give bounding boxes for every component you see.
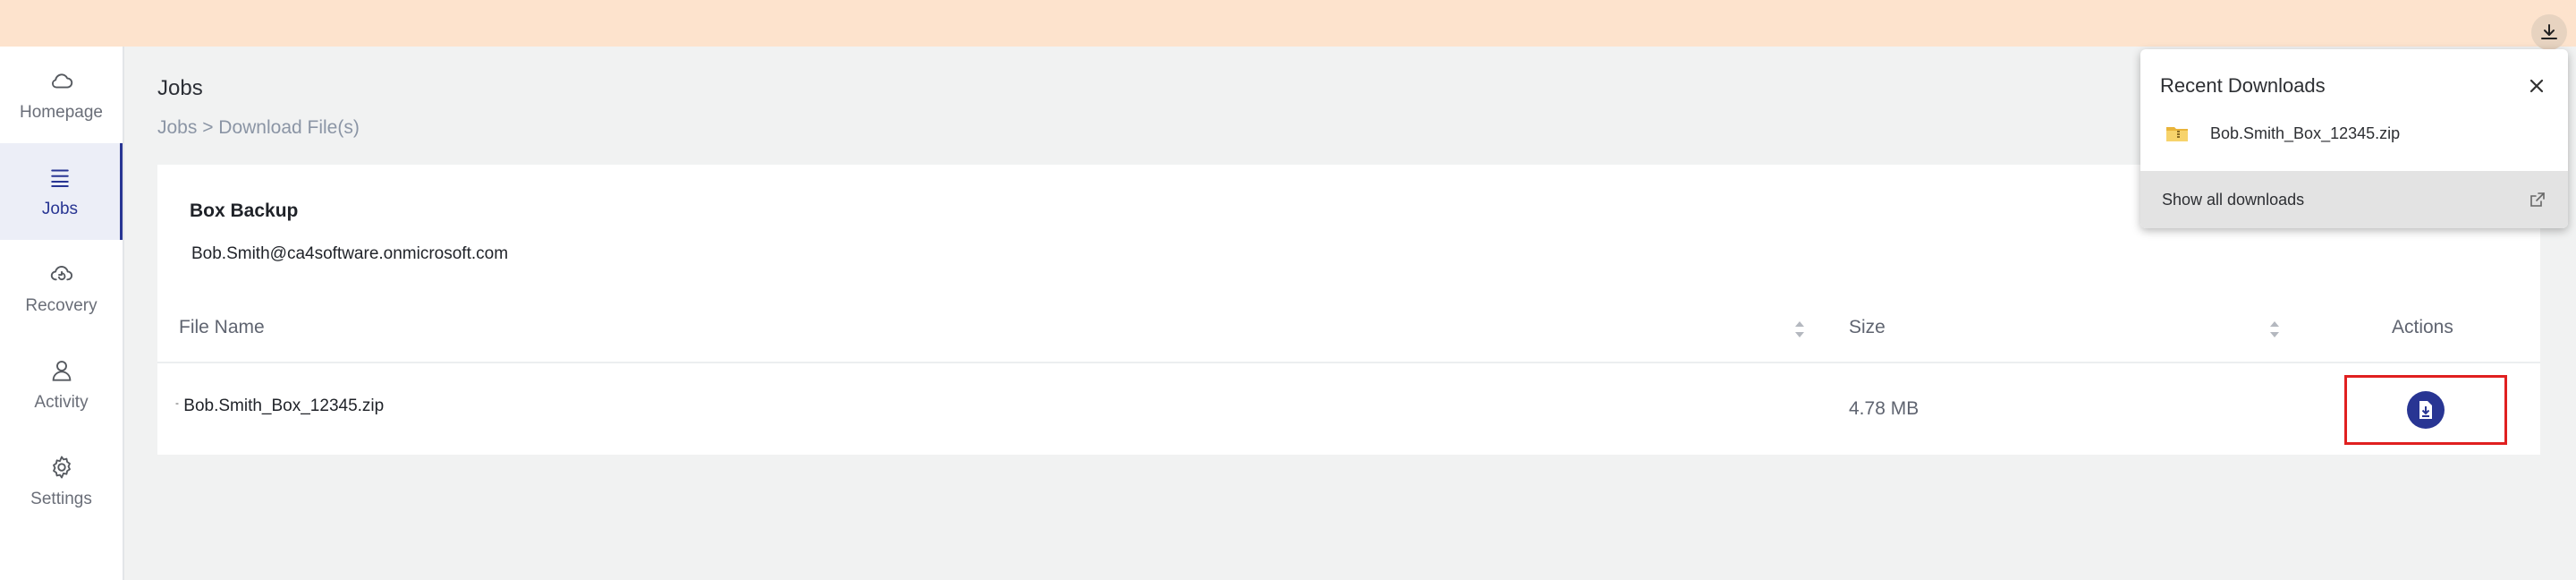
recent-downloads-popup: Recent Downloads Bob.Smith_Box_12345.zip… — [2140, 49, 2568, 228]
sidebar-item-homepage[interactable]: Homepage — [0, 47, 123, 143]
column-header-size[interactable]: Size — [1849, 317, 1885, 338]
list-icon — [51, 169, 69, 187]
cloud-icon — [51, 73, 72, 89]
sort-icon[interactable] — [1793, 319, 1806, 340]
zip-folder-icon — [2166, 127, 2188, 141]
sidebar-item-label: Activity — [34, 393, 89, 412]
highlighted-action-area — [2344, 375, 2507, 445]
column-header-file-name[interactable]: File Name — [179, 317, 265, 338]
sort-icon[interactable] — [2268, 319, 2281, 340]
sidebar-item-label: Homepage — [20, 103, 103, 122]
recent-download-item[interactable]: Bob.Smith_Box_12345.zip — [2140, 112, 2568, 157]
table-divider — [157, 362, 2540, 363]
sidebar-item-label: Recovery — [25, 296, 97, 315]
person-icon — [52, 361, 71, 381]
sidebar-item-jobs[interactable]: Jobs — [0, 143, 123, 240]
file-download-icon — [2419, 401, 2432, 419]
tree-marker: - — [175, 397, 179, 409]
recent-download-file-name: Bob.Smith_Box_12345.zip — [2210, 124, 2401, 142]
external-link-icon — [2530, 192, 2545, 207]
page-title: Jobs — [157, 76, 203, 100]
sidebar-item-settings[interactable]: Settings — [0, 433, 123, 530]
sidebar-item-recovery[interactable]: Recovery — [0, 240, 123, 337]
job-email: Bob.Smith@ca4software.onmicrosoft.com — [191, 244, 509, 263]
sidebar-item-activity[interactable]: Activity — [0, 337, 123, 433]
file-name: Bob.Smith_Box_12345.zip — [183, 397, 385, 415]
gear-icon — [52, 456, 71, 479]
show-all-downloads-button[interactable]: Show all downloads — [2140, 171, 2568, 228]
sidebar-item-label: Settings — [30, 490, 92, 508]
browser-banner — [0, 0, 2576, 50]
breadcrumb[interactable]: Jobs > Download File(s) — [157, 117, 360, 139]
sidebar-item-label: Jobs — [41, 200, 79, 218]
file-name-cell: - Bob.Smith_Box_12345.zip — [175, 397, 384, 416]
download-file-button[interactable] — [2407, 391, 2445, 429]
downloads-button[interactable] — [2531, 14, 2567, 50]
show-all-downloads-label: Show all downloads — [2162, 191, 2305, 209]
cloud-restore-icon — [50, 266, 72, 281]
sidebar: Homepage Jobs Recovery Activity Settings — [0, 47, 124, 580]
close-icon[interactable] — [2525, 74, 2548, 98]
popup-title: Recent Downloads — [2160, 74, 2326, 97]
file-size: 4.78 MB — [1849, 398, 1919, 419]
download-icon — [2541, 24, 2557, 39]
job-name: Box Backup — [190, 200, 299, 221]
column-header-actions: Actions — [2392, 317, 2453, 337]
